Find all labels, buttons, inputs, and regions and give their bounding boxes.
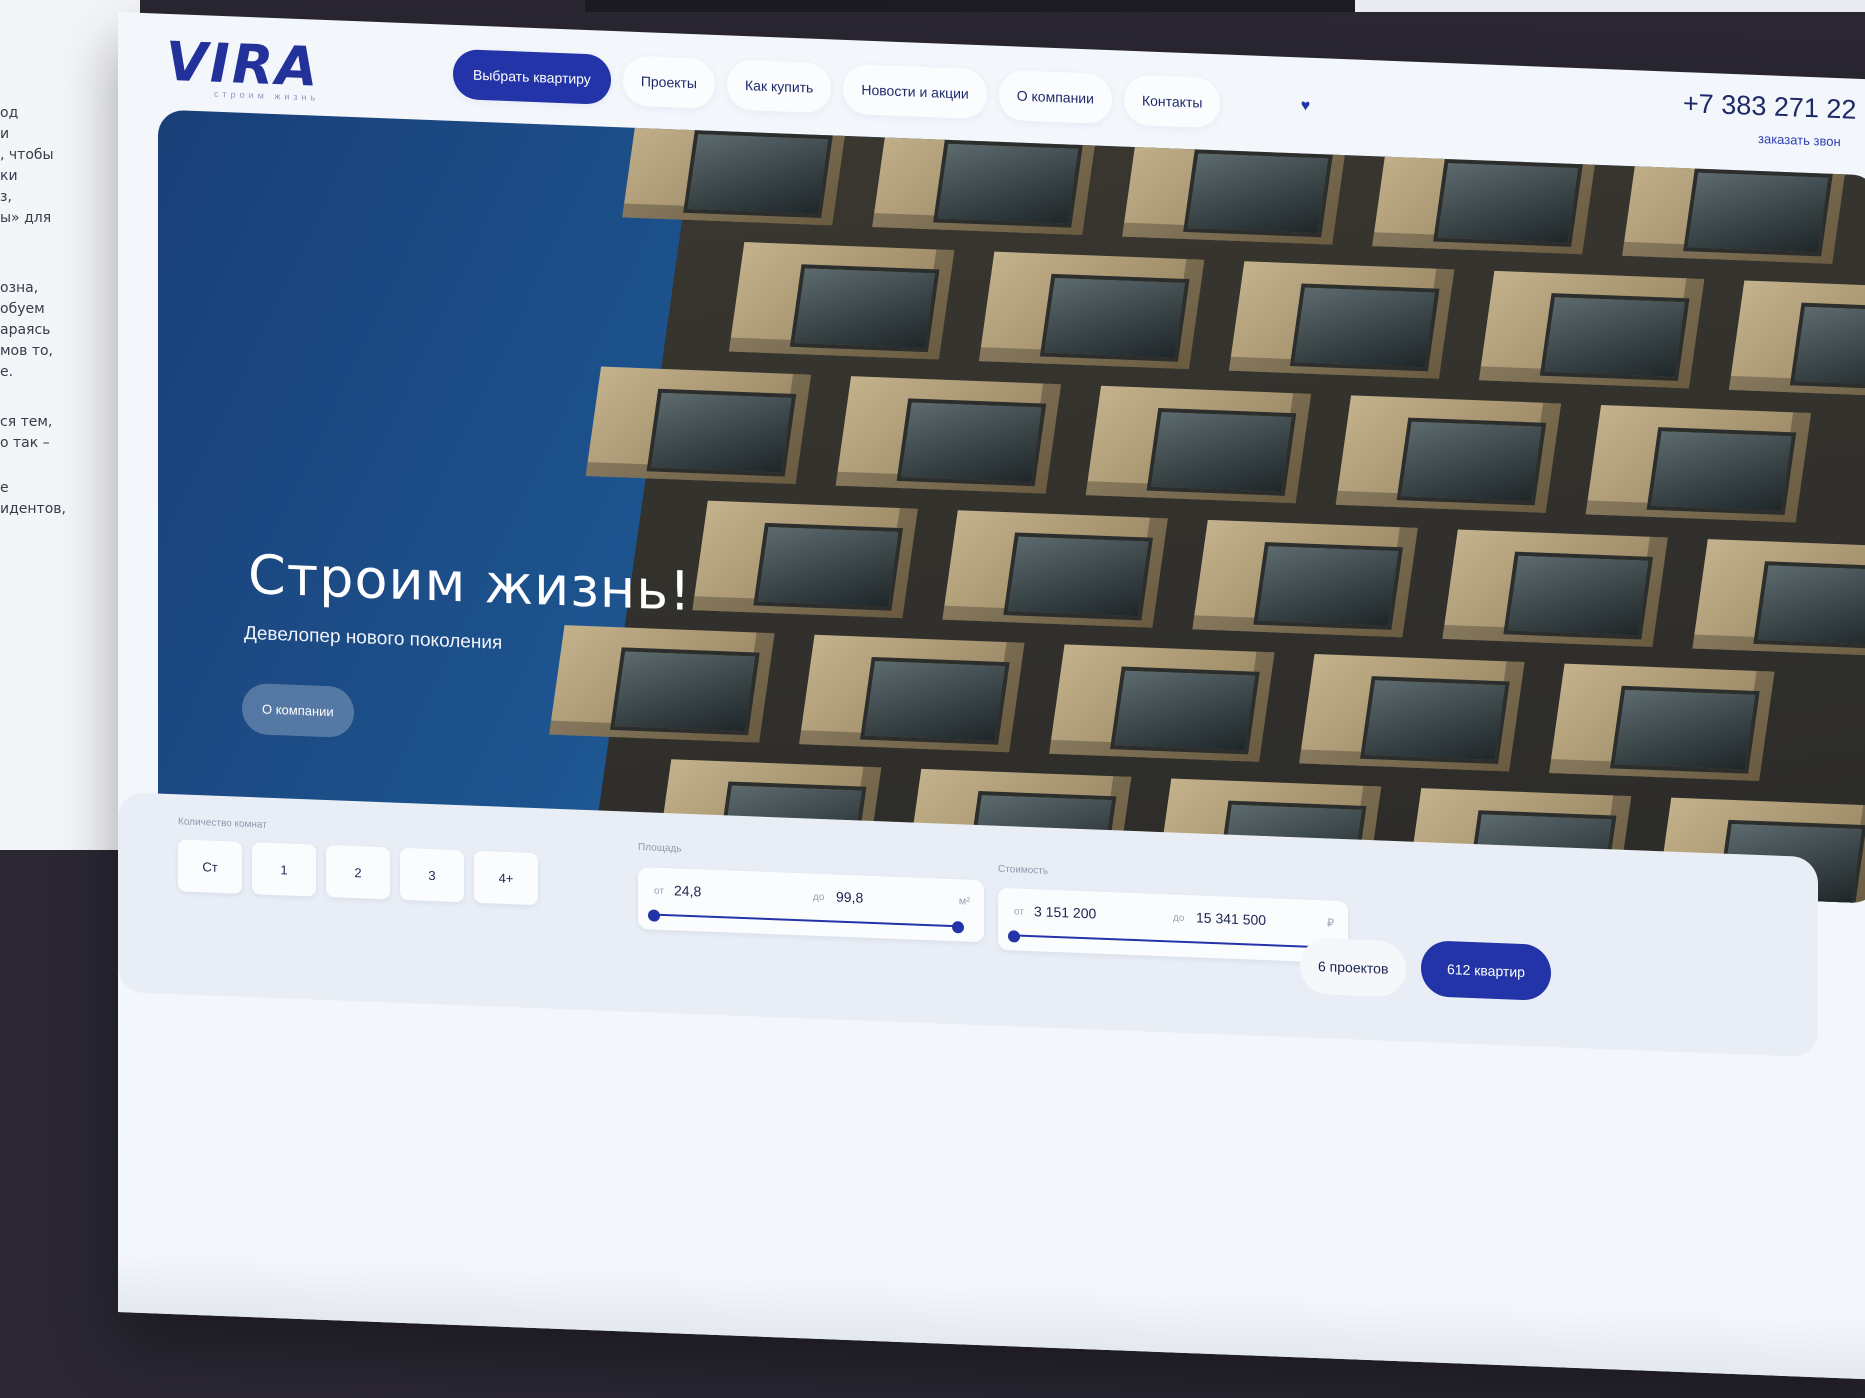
hero-banner: Строим жизнь! Девелопер нового поколения… (158, 109, 1865, 904)
room-option-3[interactable]: 3 (400, 847, 464, 903)
bg-text-line: ы» для (0, 210, 52, 226)
area-label: Площадь (638, 841, 682, 855)
area-from-label: от (654, 885, 664, 897)
room-option-2[interactable]: 2 (326, 844, 390, 900)
facade-window (683, 130, 833, 219)
area-to-value: 99,8 (836, 888, 864, 906)
facade-window (1503, 551, 1654, 640)
area-slider-track[interactable] (654, 913, 958, 928)
room-option-1[interactable]: 1 (252, 842, 316, 897)
favorites-heart-icon[interactable]: ♥ (1292, 93, 1318, 120)
building-facade (549, 109, 1865, 904)
rooms-label: Количество комнат (178, 816, 267, 831)
bg-text-line: з, (0, 189, 12, 205)
background-strip (585, 0, 1355, 12)
price-to-label: до (1173, 912, 1185, 924)
bg-text-line: о так – (0, 435, 50, 451)
facade-window (1039, 273, 1190, 362)
facade-window (1289, 283, 1440, 372)
area-slider-max-handle[interactable] (952, 921, 964, 934)
logo-wordmark: VIRA (166, 29, 320, 99)
facade-window (1253, 542, 1404, 630)
facade-window (753, 522, 904, 611)
price-from-value: 3 151 200 (1034, 903, 1097, 922)
callback-link[interactable]: заказать звон (1758, 131, 1841, 149)
hero-title: Строим жизнь! (248, 542, 692, 624)
facade-window (1789, 302, 1865, 391)
area-slider-min-handle[interactable] (648, 909, 660, 922)
nav-choose-apartment-button[interactable]: Выбрать квартиру (453, 48, 611, 105)
area-range[interactable]: от 24,8 до 99,8 м² (638, 866, 984, 943)
facade-window (860, 656, 1010, 745)
price-from-label: от (1014, 906, 1024, 918)
facade-window (933, 139, 1083, 228)
bg-text-line: мов то, (0, 343, 53, 359)
facade-window (1146, 407, 1297, 496)
facade-window (1683, 168, 1833, 257)
nav-about[interactable]: О компании (998, 69, 1112, 125)
facade-window (1396, 417, 1547, 506)
hero-building-image (549, 109, 1865, 904)
facade-window (1610, 685, 1760, 774)
bg-text-line: ся тем, (0, 414, 53, 430)
room-option-4plus[interactable]: 4+ (474, 850, 538, 906)
price-unit: ₽ (1327, 917, 1334, 930)
facade-window (896, 398, 1047, 487)
facade-window (1539, 293, 1690, 381)
apartments-count-button[interactable]: 612 квартир (1421, 940, 1551, 1002)
facade-window (646, 388, 797, 477)
facade-window (1003, 532, 1154, 621)
bg-text-line: од (0, 105, 19, 121)
projects-count-button[interactable]: 6 проектов (1300, 937, 1407, 998)
bg-text-line: е (0, 480, 9, 496)
facade-window (789, 264, 940, 353)
facade-window (1433, 158, 1583, 247)
price-to-value: 15 341 500 (1196, 909, 1267, 929)
phone-number[interactable]: +7 383 271 22 2 (1683, 88, 1865, 127)
facade-window (1110, 666, 1260, 755)
card-bottom (118, 1252, 1865, 1380)
nav-news[interactable]: Новости и акции (843, 63, 987, 120)
bg-text-line: озна, (0, 280, 39, 296)
facade-window (1360, 676, 1510, 765)
price-range[interactable]: от 3 151 200 до 15 341 500 ₽ (998, 887, 1348, 964)
background-strip (1355, 0, 1865, 12)
about-company-button[interactable]: О компании (242, 682, 354, 739)
bg-text-line: , чтобы (0, 147, 54, 163)
facade-window (610, 647, 760, 736)
nav-how-to-buy[interactable]: Как купить (727, 59, 832, 114)
rooms-selector: Ст 1 2 3 4+ (178, 839, 538, 906)
nav-projects[interactable]: Проекты (622, 55, 715, 109)
price-label: Стоимость (998, 863, 1049, 877)
hero-subtitle: Девелопер нового поколения (244, 622, 503, 654)
bg-text-line: е. (0, 364, 14, 380)
bg-text-line: обуем (0, 301, 45, 317)
price-slider-min-handle[interactable] (1008, 930, 1020, 943)
facade-window (1753, 561, 1865, 650)
logo[interactable]: VIRA строим жизнь (166, 30, 319, 103)
area-unit: м² (958, 895, 970, 908)
website-card: VIRA строим жизнь Выбрать квартиру Проек… (118, 12, 1865, 1380)
facade-window (1646, 427, 1797, 516)
main-nav: Выбрать квартиру Проекты Как купить Ново… (453, 48, 1318, 132)
bg-text-line: араясь (0, 322, 51, 338)
facade-window (1183, 149, 1333, 238)
bg-text-line: и (0, 126, 10, 142)
bg-text-line: ки (0, 168, 18, 184)
room-option-studio[interactable]: Ст (178, 839, 242, 894)
price-slider-track[interactable] (1014, 934, 1322, 949)
nav-contacts[interactable]: Контакты (1123, 74, 1221, 129)
area-from-value: 24,8 (674, 882, 702, 900)
area-to-label: до (813, 891, 825, 904)
bg-text-line: идентов, (0, 501, 66, 517)
